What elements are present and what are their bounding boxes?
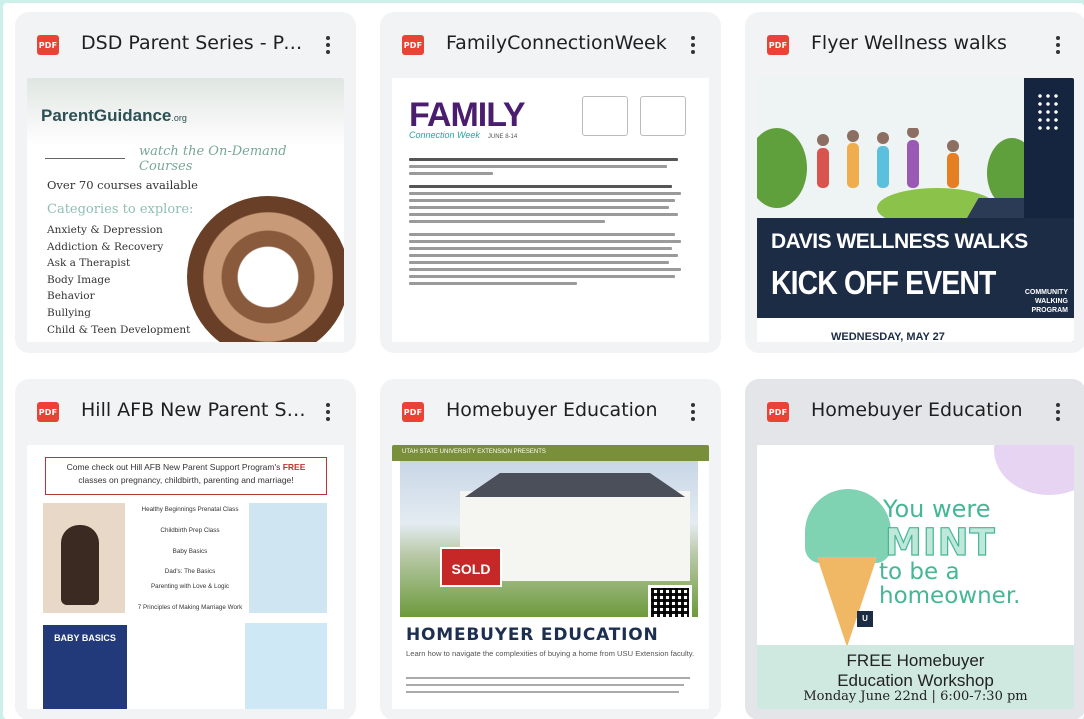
person-illustration [61,525,99,605]
sold-sign: SOLD [440,547,502,587]
file-card-header: PDF Homebuyer Education [745,379,1084,445]
divider [45,158,125,159]
class-item: 7 Principles of Making Marriage Work [137,603,243,611]
categories-list: Anxiety & Depression Addiction & Recover… [47,222,190,338]
roof-illustration [465,473,685,497]
more-vert-icon[interactable] [1046,30,1070,60]
category-item: Ask a Therapist [47,257,131,270]
partner-logo [582,96,628,136]
more-vert-icon[interactable] [681,397,705,427]
event-title-line1: DAVIS WELLNESS WALKS [771,230,1028,253]
category-item: Anxiety & Depression [47,224,163,236]
header-strip: UTAH STATE UNIVERSITY EXTENSION PRESENTS [392,445,709,461]
file-card-header: PDF Flyer Wellness walks [745,12,1084,78]
dads-poster [245,623,327,709]
class-list: Healthy Beginnings Prenatal Class Childb… [135,505,245,614]
walkers-illustration [817,128,959,188]
file-thumbnail[interactable]: ParentGuidance.org watch the On-Demand C… [27,78,344,342]
category-item: Addiction & Recovery [47,240,164,253]
file-card-header: PDF Hill AFB New Parent Support [15,379,356,445]
category-item: Behavior [47,290,95,303]
courses-count: Over 70 courses available [47,178,198,192]
file-card[interactable]: PDF Hill AFB New Parent Support Come che… [15,379,356,719]
file-title[interactable]: Homebuyer Education [446,399,672,421]
program-label: COMMUNITY WALKING PROGRAM [1024,289,1068,314]
more-vert-icon[interactable] [316,397,340,427]
body-text [406,677,696,698]
more-vert-icon[interactable] [1046,397,1070,427]
more-vert-icon[interactable] [681,30,705,60]
subtitle-text: Connection Week [409,130,480,140]
usu-extension-logo: U [857,611,957,629]
class-item: Healthy Beginnings Prenatal Class [141,506,239,513]
family-subtitle: Connection Week JUNE 8-14 [409,130,517,140]
dates-text: JUNE 8-14 [487,134,518,140]
workshop-line2: Education Workshop [837,671,994,690]
file-card[interactable]: PDF DSD Parent Series - Parent Guidance … [15,12,356,353]
categories-heading: Categories to explore: [47,202,194,217]
category-item: Bullying [47,306,91,319]
parentguidance-logo: ParentGuidance.org [41,106,187,126]
file-thumbnail[interactable]: DAVIS WELLNESS WALKS KICK OFF EVENT COMM… [757,78,1074,342]
event-date: WEDNESDAY, MAY 27 [831,331,945,342]
logo-text: ParentGuidance [41,106,172,125]
event-title-line2: KICK OFF EVENT [771,264,996,301]
baby-basics-poster: BABY BASICS [43,625,127,709]
file-title[interactable]: Hill AFB New Parent Support [81,399,307,421]
script-text: watch the On-Demand Courses [139,144,287,174]
class-item: Baby Basics [172,547,208,555]
pdf-icon: PDF [767,35,789,55]
pdf-icon: PDF [402,35,424,55]
intro-box: Come check out Hill AFB New Parent Suppo… [45,457,327,495]
file-card[interactable]: PDF FamilyConnectionWeek FAMILY Connecti… [380,12,721,353]
class-item: Childbirth Prep Class [160,526,220,534]
workshop-date: Monday June 22nd | 6:00-7:30 pm [803,689,1028,704]
pdf-icon: PDF [37,35,59,55]
house-photo: SOLD [400,461,698,617]
file-title[interactable]: FamilyConnectionWeek [446,32,672,54]
headline-line1: You were [883,495,991,523]
hands-circle-image [187,196,344,342]
intro-text: classes on pregnancy, childbirth, parent… [78,475,294,485]
dots-pattern [1036,92,1062,132]
headline-line4: homeowner. [879,583,1021,609]
file-title[interactable]: Homebuyer Education [811,399,1037,421]
homebuyer-title: HOMEBUYER EDUCATION [406,625,659,645]
pdf-icon: PDF [37,402,59,422]
file-card-header: PDF DSD Parent Series - Parent Guidance [15,12,356,78]
headline-line3: to be a [879,559,960,585]
category-item: Child & Teen Development [47,323,191,336]
class-item: Parenting with Love & Logic [150,583,230,591]
qr-code [648,585,692,617]
file-thumbnail[interactable]: Come check out Hill AFB New Parent Suppo… [27,445,344,709]
logo-suffix: .org [171,113,187,123]
more-vert-icon[interactable] [316,30,340,60]
file-title[interactable]: DSD Parent Series - Parent Guidance [81,32,307,54]
file-card[interactable]: PDF Homebuyer Education UTAH STATE UNIVE… [380,379,721,719]
childbirth-poster [249,503,327,613]
file-title[interactable]: Flyer Wellness walks [811,32,1037,54]
homebuyer-subtitle: Learn how to navigate the complexities o… [406,649,695,658]
headline-mint: MINT [884,520,996,564]
file-thumbnail[interactable]: You were MINT to be a homeowner. U FREE … [757,445,1074,709]
workshop-line1: FREE Homebuyer [846,651,985,670]
file-card[interactable]: PDF Flyer Wellness walks DAVIS WELLNESS … [745,12,1084,353]
category-item: Body Image [47,273,111,286]
pdf-icon: PDF [767,402,789,422]
body-text [409,158,689,289]
file-card[interactable]: PDF Homebuyer Education You were MINT to… [745,379,1084,719]
class-item: Dad's: The Basics [164,568,216,576]
file-thumbnail[interactable]: UTAH STATE UNIVERSITY EXTENSION PRESENTS… [392,445,709,709]
free-highlight: FREE [282,462,306,472]
intro-text: Come check out Hill AFB New Parent Suppo… [66,462,283,472]
file-card-header: PDF FamilyConnectionWeek [380,12,721,78]
file-thumbnail[interactable]: FAMILY Connection Week JUNE 8-14 [392,78,709,342]
partner-logo [640,96,686,136]
pdf-icon: PDF [402,402,424,422]
file-card-header: PDF Homebuyer Education [380,379,721,445]
file-grid: PDF DSD Parent Series - Parent Guidance … [3,3,1084,719]
